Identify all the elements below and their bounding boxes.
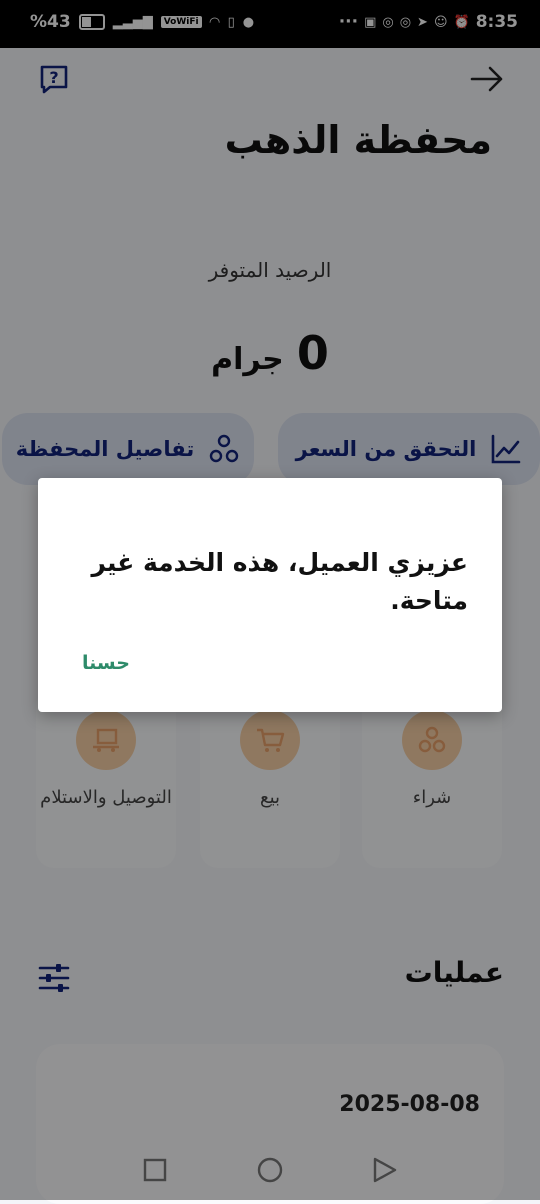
- alert-dialog: عزيزي العميل، هذه الخدمة غير متاحة. حسنا: [38, 478, 502, 712]
- dialog-message: عزيزي العميل، هذه الخدمة غير متاحة.: [91, 548, 468, 615]
- dialog-ok-button[interactable]: حسنا: [78, 648, 134, 678]
